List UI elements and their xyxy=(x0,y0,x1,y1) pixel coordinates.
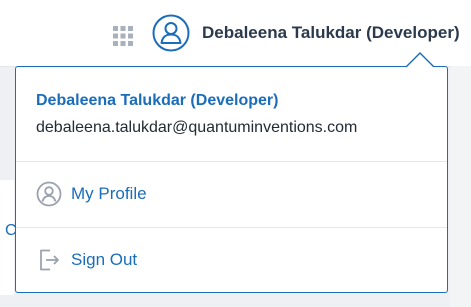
dropdown-caret-fill xyxy=(407,54,433,67)
background-right-panel xyxy=(450,66,471,307)
grid-apps-icon[interactable] xyxy=(113,26,133,46)
sign-out-menu-item[interactable]: Sign Out xyxy=(16,228,447,292)
user-circle-icon xyxy=(36,181,62,207)
sign-out-label: Sign Out xyxy=(71,250,138,269)
top-header-bar: Debaleena Talukdar (Developer) xyxy=(0,0,471,67)
user-dropdown-menu: Debaleena Talukdar (Developer) debaleena… xyxy=(15,66,448,293)
my-profile-label: My Profile xyxy=(71,184,147,203)
header-user-name: Debaleena Talukdar (Developer) xyxy=(202,23,460,42)
app-screen: Debaleena Talukdar (Developer) C Debalee… xyxy=(0,0,471,307)
dropdown-user-email: debaleena.talukdar@quantuminventions.com xyxy=(36,119,358,136)
sign-out-icon xyxy=(40,249,59,271)
dropdown-user-info: Debaleena Talukdar (Developer) debaleena… xyxy=(16,67,447,161)
dropdown-user-name: Debaleena Talukdar (Developer) xyxy=(36,92,279,109)
user-menu-toggle[interactable]: Debaleena Talukdar (Developer) xyxy=(152,14,460,52)
user-avatar-icon xyxy=(152,14,190,52)
my-profile-menu-item[interactable]: My Profile xyxy=(16,162,447,226)
